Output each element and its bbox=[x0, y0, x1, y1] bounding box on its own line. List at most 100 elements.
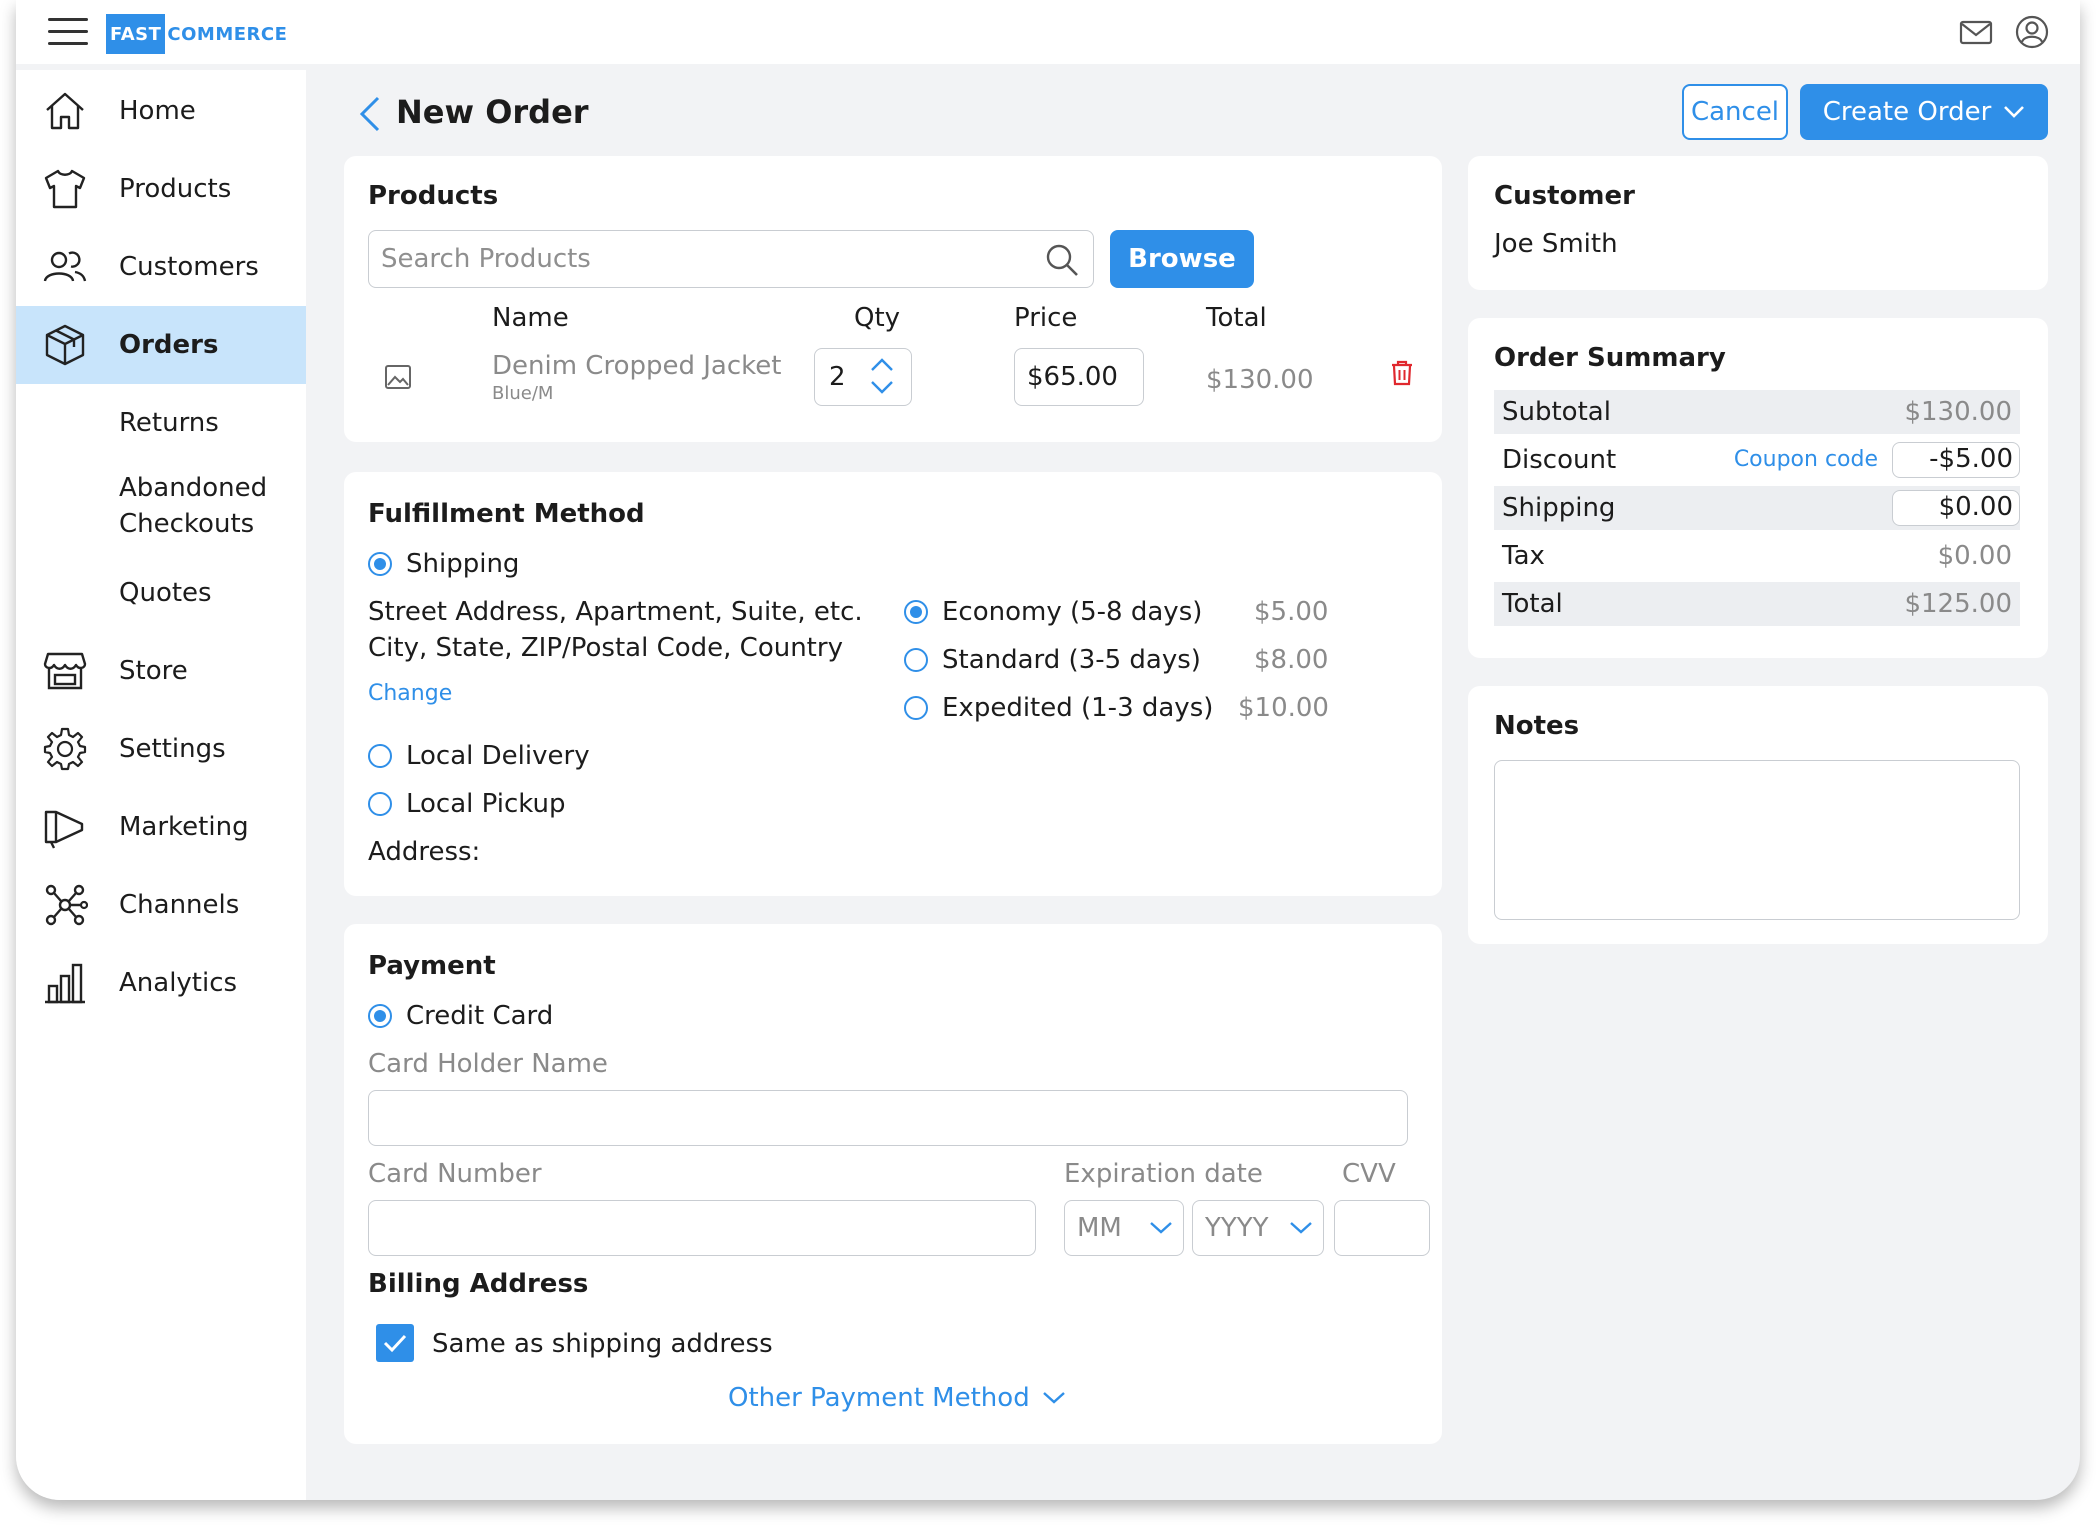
fulfillment-card: Fulfillment Method Shipping Street Addre… bbox=[344, 472, 1442, 896]
notes-textarea[interactable] bbox=[1494, 760, 2020, 920]
sidebar-item-label: Checkouts bbox=[119, 509, 255, 539]
checkmark-icon bbox=[383, 1334, 407, 1353]
create-order-button[interactable]: Create Order bbox=[1800, 84, 2048, 140]
credit-card-radio[interactable] bbox=[368, 1004, 392, 1028]
store-icon bbox=[42, 648, 88, 694]
shipping-cost-label: Shipping bbox=[1502, 493, 1616, 523]
month-placeholder: MM bbox=[1077, 1213, 1122, 1243]
same-as-shipping-checkbox[interactable] bbox=[376, 1324, 414, 1362]
order-summary-title: Order Summary bbox=[1494, 343, 1726, 373]
sidebar-item-label: Channels bbox=[119, 890, 240, 920]
product-variant: Blue/M bbox=[492, 383, 554, 404]
line-total: $130.00 bbox=[1206, 365, 1314, 395]
sidebar-item-label: Products bbox=[119, 174, 232, 204]
sidebar-item-returns[interactable]: Returns bbox=[16, 384, 306, 462]
coupon-code-link[interactable]: Coupon code bbox=[1734, 444, 1878, 476]
sidebar-item-home[interactable]: Home bbox=[16, 72, 306, 150]
sidebar-item-label: Store bbox=[119, 656, 188, 686]
total-value: $125.00 bbox=[1904, 589, 2012, 619]
price-value: $65.00 bbox=[1027, 362, 1118, 392]
sidebar-item-marketing[interactable]: Marketing bbox=[16, 788, 306, 866]
trash-icon[interactable] bbox=[1390, 360, 1414, 386]
card-holder-label: Card Holder Name bbox=[368, 1049, 608, 1079]
subtotal-value: $130.00 bbox=[1904, 397, 2012, 427]
expiry-month-select[interactable]: MM bbox=[1064, 1200, 1184, 1256]
address-line-1: Street Address, Apartment, Suite, etc. bbox=[368, 597, 863, 627]
local-delivery-radio[interactable] bbox=[368, 744, 392, 768]
sidebar-item-label: Analytics bbox=[119, 968, 238, 998]
sidebar-item-quotes[interactable]: Quotes bbox=[16, 554, 306, 632]
local-pickup-label: Local Pickup bbox=[406, 789, 566, 819]
network-icon bbox=[42, 882, 89, 928]
sidebar-item-label: Home bbox=[119, 96, 196, 126]
chevron-up-icon[interactable] bbox=[869, 355, 895, 373]
column-header-total: Total bbox=[1206, 303, 1267, 333]
shipping-option-label: Standard (3-5 days) bbox=[942, 645, 1201, 675]
customer-title: Customer bbox=[1494, 181, 1635, 211]
cvv-input[interactable] bbox=[1334, 1200, 1430, 1256]
sidebar-item-analytics[interactable]: Analytics bbox=[16, 944, 306, 1022]
economy-radio[interactable] bbox=[904, 600, 928, 624]
discount-label: Discount bbox=[1502, 445, 1617, 475]
discount-input[interactable]: -$5.00 bbox=[1892, 442, 2020, 478]
card-number-input[interactable] bbox=[368, 1200, 1036, 1256]
card-number-label: Card Number bbox=[368, 1159, 542, 1189]
shipping-cost-input[interactable]: $0.00 bbox=[1892, 490, 2020, 526]
summary-row-discount: Discount Coupon code -$5.00 bbox=[1494, 438, 2020, 482]
sidebar-item-label: Returns bbox=[119, 408, 219, 438]
chevron-down-icon[interactable] bbox=[869, 379, 895, 397]
product-search-input[interactable]: Search Products bbox=[368, 230, 1094, 288]
fulfillment-title: Fulfillment Method bbox=[368, 499, 645, 529]
megaphone-icon bbox=[42, 804, 88, 850]
expiry-year-select[interactable]: YYYY bbox=[1192, 1200, 1324, 1256]
sidebar-item-label: Quotes bbox=[119, 578, 212, 608]
sidebar-item-label: Orders bbox=[119, 330, 219, 360]
total-label: Total bbox=[1502, 589, 1563, 619]
users-icon bbox=[42, 244, 88, 290]
shipping-option-price: $8.00 bbox=[1254, 645, 1329, 675]
local-pickup-radio[interactable] bbox=[368, 792, 392, 816]
year-placeholder: YYYY bbox=[1205, 1213, 1269, 1243]
other-payment-method-label: Other Payment Method bbox=[728, 1383, 1030, 1413]
shipping-radio[interactable] bbox=[368, 552, 392, 576]
chevron-down-icon bbox=[1042, 1392, 1065, 1404]
column-header-name: Name bbox=[492, 303, 569, 333]
order-summary-card: Order Summary Subtotal $130.00 Discount … bbox=[1468, 318, 2048, 658]
back-arrow-icon[interactable] bbox=[356, 94, 384, 134]
summary-row-shipping: Shipping $0.00 bbox=[1494, 486, 2020, 530]
standard-radio[interactable] bbox=[904, 648, 928, 672]
quantity-value: 2 bbox=[829, 362, 846, 392]
card-holder-input[interactable] bbox=[368, 1090, 1408, 1146]
expedited-radio[interactable] bbox=[904, 696, 928, 720]
sidebar-item-orders[interactable]: Orders bbox=[16, 306, 306, 384]
change-address-link[interactable]: Change bbox=[368, 676, 452, 712]
sidebar-item-customers[interactable]: Customers bbox=[16, 228, 306, 306]
chevron-down-icon bbox=[1290, 1222, 1312, 1234]
menu-icon[interactable] bbox=[48, 16, 88, 48]
sidebar-item-label: Marketing bbox=[119, 812, 249, 842]
quantity-stepper[interactable]: 2 bbox=[814, 348, 912, 406]
local-delivery-label: Local Delivery bbox=[406, 741, 590, 771]
bar-chart-icon bbox=[42, 960, 88, 1006]
sidebar-item-products[interactable]: Products bbox=[16, 150, 306, 228]
sidebar-item-settings[interactable]: Settings bbox=[16, 710, 306, 788]
sidebar-item-channels[interactable]: Channels bbox=[16, 866, 306, 944]
sidebar-item-label: Settings bbox=[119, 734, 226, 764]
create-order-label: Create Order bbox=[1822, 97, 1992, 127]
browse-button[interactable]: Browse bbox=[1110, 230, 1254, 288]
price-input[interactable]: $65.00 bbox=[1014, 348, 1144, 406]
column-header-price: Price bbox=[1014, 303, 1078, 333]
cancel-button[interactable]: Cancel bbox=[1682, 84, 1788, 140]
logo: FAST COMMERCE bbox=[106, 14, 287, 54]
page-title: New Order bbox=[396, 93, 589, 131]
products-title: Products bbox=[368, 181, 499, 211]
image-placeholder-icon bbox=[385, 365, 411, 389]
account-icon[interactable] bbox=[2014, 14, 2050, 50]
mail-icon[interactable] bbox=[1958, 14, 1994, 50]
other-payment-method-toggle[interactable]: Other Payment Method bbox=[728, 1380, 1066, 1416]
customer-name: Joe Smith bbox=[1494, 229, 1618, 259]
sidebar-item-store[interactable]: Store bbox=[16, 632, 306, 710]
sidebar-item-abandoned-checkouts[interactable]: Abandoned Checkouts bbox=[16, 460, 306, 556]
shipping-option-price: $5.00 bbox=[1254, 597, 1329, 627]
chevron-down-icon bbox=[2004, 106, 2025, 118]
